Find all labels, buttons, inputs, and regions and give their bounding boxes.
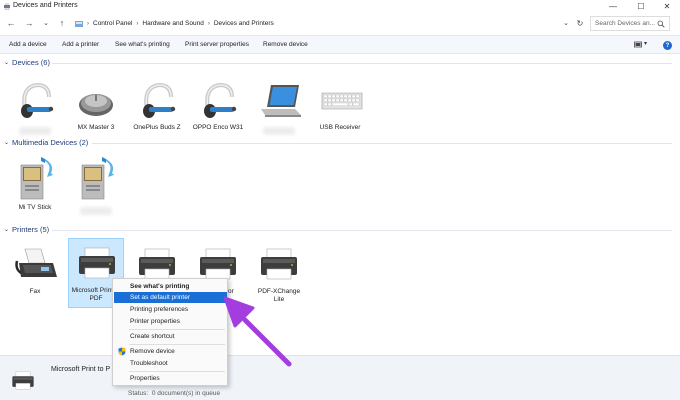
device-label: Fax [29, 288, 41, 295]
add-device-button[interactable]: Add a device [9, 41, 47, 48]
breadcrumb-control-panel[interactable]: Control Panel [93, 20, 132, 27]
view-options-chevron-icon[interactable]: ▾ [644, 40, 647, 47]
group-header-printers[interactable]: ⌄ Printers (5) [4, 225, 49, 234]
device-multimedia-2[interactable] [66, 152, 126, 222]
devices-printers-app-icon [4, 3, 10, 10]
close-button[interactable]: ✕ [656, 0, 678, 12]
group-label-printers: Printers (5) [12, 225, 50, 234]
status-value: 0 document(s) in queue [151, 390, 221, 397]
group-header-devices[interactable]: ⌄ Devices (6) [4, 58, 50, 67]
back-arrow-icon[interactable]: ← [5, 17, 17, 29]
uac-shield-icon [118, 347, 126, 356]
group-divider [52, 230, 672, 231]
group-label-devices: Devices (6) [12, 58, 50, 67]
group-divider [92, 143, 672, 144]
command-bar: Add a device Add a printer See what's pr… [0, 35, 680, 54]
navigation-bar: ← → ⌄ ↑ › Control Panel › Hardware and S… [0, 12, 680, 35]
status-label: Status: [128, 390, 149, 397]
selected-device-name: Microsoft Print to P [51, 366, 111, 373]
headset-icon [21, 82, 54, 118]
remove-device-button[interactable]: Remove device [263, 41, 308, 48]
printer-fax[interactable]: Fax [5, 240, 65, 310]
up-arrow-icon[interactable]: ↑ [56, 17, 68, 29]
device-oppo-enco-w31[interactable]: OPPO Enco W31 [188, 76, 248, 146]
add-printer-button[interactable]: Add a printer [62, 41, 99, 48]
fax-icon [15, 248, 57, 277]
title-bar: Devices and Printers — ☐ ✕ [0, 0, 680, 12]
breadcrumb-separator-icon: › [136, 20, 139, 27]
keyboard-icon [321, 92, 363, 110]
breadcrumb-separator-icon: › [87, 20, 89, 27]
device-label: OPPO Enco W31 [192, 124, 244, 131]
collapse-chevron-icon[interactable]: ⌄ [4, 139, 9, 146]
menu-separator [129, 371, 225, 372]
change-view-icon[interactable] [634, 41, 642, 49]
annotation-arrow [223, 296, 292, 367]
control-panel-icon [75, 20, 83, 27]
multimedia-device-icon [20, 157, 53, 200]
devices-and-printers-window: Devices and Printers — ☐ ✕ ← → ⌄ ↑ › Con… [0, 0, 680, 400]
printer-icon [79, 247, 115, 279]
search-placeholder: Search Devices an... [595, 20, 655, 27]
laptop-icon [261, 85, 301, 117]
help-icon[interactable]: ? [663, 41, 672, 50]
minimize-button[interactable]: — [602, 0, 624, 12]
device-name-blurred [263, 127, 295, 135]
search-box[interactable]: Search Devices an... [590, 16, 670, 31]
group-header-multimedia[interactable]: ⌄ Multimedia Devices (2) [4, 138, 88, 147]
breadcrumb-separator-icon: › [207, 20, 210, 27]
device-label: Mi TV Stick [18, 204, 52, 211]
headset-icon [204, 82, 237, 118]
address-bar[interactable]: › Control Panel › Hardware and Sound › D… [70, 16, 582, 31]
device-name-blurred [19, 127, 51, 135]
mouse-icon [79, 94, 113, 116]
selected-device-status: Status: 0 document(s) in queue [128, 390, 220, 397]
device-mi-tv-stick[interactable]: Mi TV Stick [5, 152, 65, 222]
device-label: OnePlus Buds Z [133, 124, 181, 131]
device-usb-receiver[interactable]: USB Receiver [310, 76, 370, 146]
forward-arrow-icon[interactable]: → [23, 17, 35, 29]
device-headset-1[interactable] [5, 76, 65, 146]
breadcrumb-devices-and-printers[interactable]: Devices and Printers [214, 20, 274, 27]
collapse-chevron-icon[interactable]: ⌄ [4, 226, 9, 233]
recent-locations-chevron-icon[interactable]: ⌄ [40, 17, 52, 29]
group-label-multimedia: Multimedia Devices (2) [12, 138, 89, 147]
see-whats-printing-button[interactable]: See what's printing [115, 41, 170, 48]
device-mx-master-3[interactable]: MX Master 3 [66, 76, 126, 146]
device-laptop[interactable] [249, 76, 309, 146]
group-divider [52, 63, 672, 64]
breadcrumb-hardware-and-sound[interactable]: Hardware and Sound [142, 20, 203, 27]
headset-icon [143, 82, 176, 118]
printer-icon [12, 371, 34, 390]
refresh-icon[interactable]: ↻ [574, 17, 586, 29]
address-dropdown-icon[interactable]: ⌄ [560, 17, 572, 29]
collapse-chevron-icon[interactable]: ⌄ [4, 59, 9, 66]
device-label: USB Receiver [319, 124, 361, 131]
device-label: MX Master 3 [77, 124, 115, 131]
multimedia-device-icon [81, 157, 114, 200]
menu-item-properties[interactable]: Properties [114, 373, 227, 384]
maximize-button[interactable]: ☐ [630, 0, 652, 12]
details-pane: Microsoft Print to P Status: 0 document(… [0, 355, 680, 400]
window-title: Devices and Printers [13, 2, 78, 9]
device-oneplus-buds-z[interactable]: OnePlus Buds Z [127, 76, 187, 146]
search-icon [657, 20, 665, 28]
menu-item-label: Remove device [130, 348, 175, 355]
device-name-blurred [80, 207, 112, 215]
print-server-properties-button[interactable]: Print server properties [185, 41, 249, 48]
